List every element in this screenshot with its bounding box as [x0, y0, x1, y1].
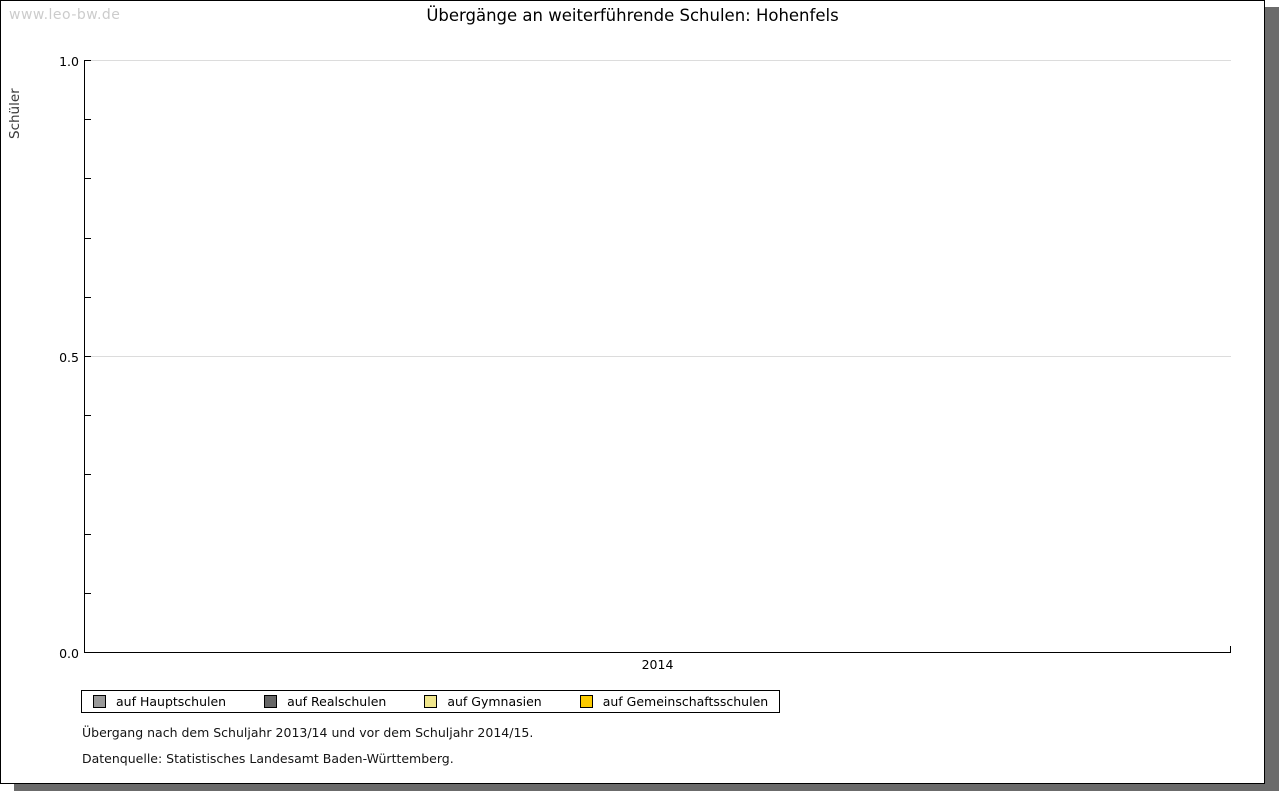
legend-label: auf Gymnasien — [447, 694, 541, 709]
gridline-0.5 — [85, 356, 1231, 357]
y-axis-tick — [85, 297, 91, 298]
gridline-1.0 — [85, 60, 1231, 61]
legend-swatch-hauptschulen — [93, 695, 106, 708]
y-axis-title: Schüler — [7, 88, 23, 139]
y-axis-tick — [85, 356, 91, 357]
y-axis-tick — [85, 178, 91, 179]
legend-item-realschulen: auf Realschulen — [264, 694, 386, 709]
y-axis-tick — [85, 238, 91, 239]
y-tick-label-0.5: 0.5 — [45, 350, 79, 365]
y-tick-label-1.0: 1.0 — [45, 54, 79, 69]
legend-swatch-realschulen — [264, 695, 277, 708]
chart-window: www.leo-bw.de Übergänge an weiterführend… — [0, 0, 1265, 784]
y-axis-tick — [85, 474, 91, 475]
legend-box: auf Hauptschulen auf Realschulen auf Gym… — [81, 690, 780, 713]
legend-item-gymnasien: auf Gymnasien — [424, 694, 541, 709]
legend-item-gemeinschaftsschulen: auf Gemeinschaftsschulen — [580, 694, 768, 709]
legend-label: auf Realschulen — [287, 694, 386, 709]
y-tick-label-0.0: 0.0 — [45, 646, 79, 661]
footnote-transition-period: Übergang nach dem Schuljahr 2013/14 und … — [82, 725, 533, 740]
y-axis-tick — [85, 534, 91, 535]
x-tick-label-2014: 2014 — [84, 657, 1231, 672]
y-axis-tick — [85, 415, 91, 416]
y-axis-tick — [85, 593, 91, 594]
legend-label: auf Hauptschulen — [116, 694, 226, 709]
legend-swatch-gymnasien — [424, 695, 437, 708]
plot-area — [84, 60, 1231, 653]
y-axis-tick — [85, 60, 91, 61]
x-axis-end-tick — [1230, 646, 1231, 652]
y-axis-tick — [85, 119, 91, 120]
footnote-data-source: Datenquelle: Statistisches Landesamt Bad… — [82, 751, 454, 766]
legend-label: auf Gemeinschaftsschulen — [603, 694, 768, 709]
legend-swatch-gemeinschaftsschulen — [580, 695, 593, 708]
chart-title: Übergänge an weiterführende Schulen: Hoh… — [1, 6, 1264, 25]
legend-item-hauptschulen: auf Hauptschulen — [93, 694, 226, 709]
